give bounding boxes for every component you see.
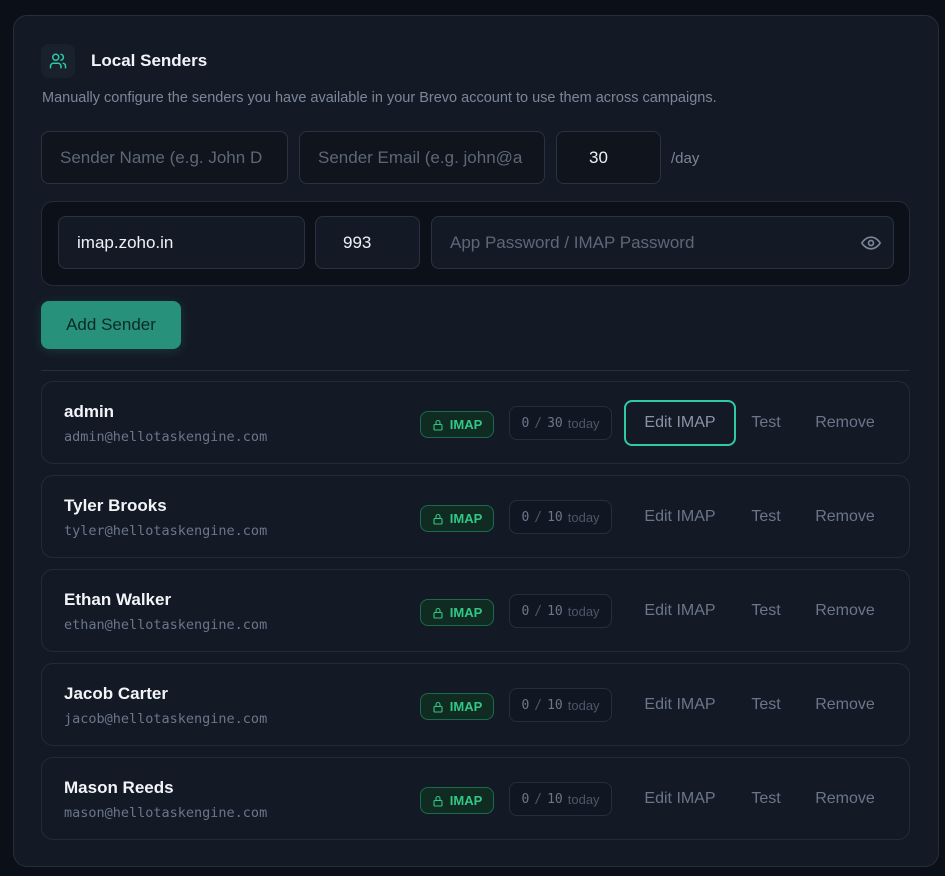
sender-name: Tyler Brooks xyxy=(64,496,167,515)
quota-limit: 30 xyxy=(547,415,563,431)
remove-button[interactable]: Remove xyxy=(806,776,884,822)
section-description: Manually configure the senders you have … xyxy=(42,90,717,106)
lock-icon xyxy=(433,419,443,431)
quota-separator: / xyxy=(534,603,543,619)
quota-separator: / xyxy=(534,415,543,431)
quota-today-label: today xyxy=(567,509,600,525)
imap-badge: IMAP xyxy=(420,693,494,720)
quota-limit: 10 xyxy=(547,603,563,619)
sender-email-placeholder: Sender Email (e.g. john@a xyxy=(318,147,523,167)
imap-badge: IMAP xyxy=(420,599,494,626)
divider xyxy=(41,370,910,371)
daily-quota: 0 / 10 today xyxy=(509,782,612,816)
quota-separator: / xyxy=(534,509,543,525)
daily-quota: 0 / 10 today xyxy=(509,688,612,722)
per-day-label: /day xyxy=(671,150,700,167)
sender-name: Ethan Walker xyxy=(64,590,172,609)
imap-badge: IMAP xyxy=(420,411,494,438)
edit-imap-button[interactable]: Edit IMAP xyxy=(624,776,736,822)
quota-sent: 0 xyxy=(521,697,530,713)
section-title: Local Senders xyxy=(91,51,208,70)
test-button[interactable]: Test xyxy=(742,588,790,634)
add-sender-button[interactable]: Add Sender xyxy=(41,301,181,349)
imap-badge: IMAP xyxy=(420,505,494,532)
quota-limit: 10 xyxy=(547,791,563,807)
sender-email: jacob@hellotaskengine.com xyxy=(64,711,268,727)
quota-separator: / xyxy=(534,791,543,807)
test-button[interactable]: Test xyxy=(742,400,790,446)
imap-port-input[interactable]: 993 xyxy=(315,216,420,269)
lock-icon xyxy=(433,701,443,713)
daily-limit-input[interactable]: 30 xyxy=(556,131,661,184)
test-button[interactable]: Test xyxy=(742,494,790,540)
sender-row: Jacob Carter jacob@hellotaskengine.com I… xyxy=(41,663,910,746)
remove-button[interactable]: Remove xyxy=(806,682,884,728)
imap-badge-label: IMAP xyxy=(449,605,483,620)
remove-button[interactable]: Remove xyxy=(806,494,884,540)
sender-row: Ethan Walker ethan@hellotaskengine.com I… xyxy=(41,569,910,652)
sender-row: Mason Reeds mason@hellotaskengine.com IM… xyxy=(41,757,910,840)
section-header: Local Senders xyxy=(41,44,207,78)
users-icon xyxy=(41,44,75,78)
sender-email: ethan@hellotaskengine.com xyxy=(64,617,268,633)
lock-icon xyxy=(433,513,443,525)
imap-badge: IMAP xyxy=(420,787,494,814)
sender-name-placeholder: Sender Name (e.g. John D xyxy=(60,147,263,167)
sender-email-input[interactable]: Sender Email (e.g. john@a xyxy=(299,131,545,184)
imap-password-input[interactable]: App Password / IMAP Password xyxy=(431,216,894,269)
quota-today-label: today xyxy=(567,697,600,713)
imap-badge-label: IMAP xyxy=(449,417,483,432)
quota-sent: 0 xyxy=(521,509,530,525)
edit-imap-button[interactable]: Edit IMAP xyxy=(624,400,736,446)
sender-row: admin admin@hellotaskengine.com IMAP 0 /… xyxy=(41,381,910,464)
quota-limit: 10 xyxy=(547,697,563,713)
imap-settings-panel: imap.zoho.in 993 App Password / IMAP Pas… xyxy=(41,201,910,286)
sender-name-input[interactable]: Sender Name (e.g. John D xyxy=(41,131,288,184)
quota-sent: 0 xyxy=(521,791,530,807)
test-button[interactable]: Test xyxy=(742,776,790,822)
imap-password-placeholder: App Password / IMAP Password xyxy=(450,232,695,252)
imap-badge-label: IMAP xyxy=(449,793,483,808)
quota-limit: 10 xyxy=(547,509,563,525)
remove-button[interactable]: Remove xyxy=(806,588,884,634)
daily-limit-value: 30 xyxy=(589,147,608,167)
imap-host-value: imap.zoho.in xyxy=(77,232,174,252)
daily-quota: 0 / 10 today xyxy=(509,594,612,628)
quota-today-label: today xyxy=(567,603,600,619)
edit-imap-button[interactable]: Edit IMAP xyxy=(624,494,736,540)
quota-sent: 0 xyxy=(521,603,530,619)
imap-host-input[interactable]: imap.zoho.in xyxy=(58,216,305,269)
quota-separator: / xyxy=(534,697,543,713)
daily-quota: 0 / 10 today xyxy=(509,500,612,534)
imap-badge-label: IMAP xyxy=(449,699,483,714)
edit-imap-button[interactable]: Edit IMAP xyxy=(624,682,736,728)
sender-name: Jacob Carter xyxy=(64,684,168,703)
edit-imap-button[interactable]: Edit IMAP xyxy=(624,588,736,634)
imap-port-value: 993 xyxy=(343,232,372,252)
sender-name: Mason Reeds xyxy=(64,778,174,797)
lock-icon xyxy=(433,795,443,807)
eye-icon[interactable] xyxy=(861,233,881,258)
test-button[interactable]: Test xyxy=(742,682,790,728)
quota-today-label: today xyxy=(567,791,600,807)
sender-email: tyler@hellotaskengine.com xyxy=(64,523,268,539)
quota-sent: 0 xyxy=(521,415,530,431)
quota-today-label: today xyxy=(567,415,600,431)
daily-quota: 0 / 30 today xyxy=(509,406,612,440)
remove-button[interactable]: Remove xyxy=(806,400,884,446)
sender-row: Tyler Brooks tyler@hellotaskengine.com I… xyxy=(41,475,910,558)
lock-icon xyxy=(433,607,443,619)
imap-badge-label: IMAP xyxy=(449,511,483,526)
sender-email: mason@hellotaskengine.com xyxy=(64,805,268,821)
sender-email: admin@hellotaskengine.com xyxy=(64,429,268,445)
sender-name: admin xyxy=(64,402,115,421)
